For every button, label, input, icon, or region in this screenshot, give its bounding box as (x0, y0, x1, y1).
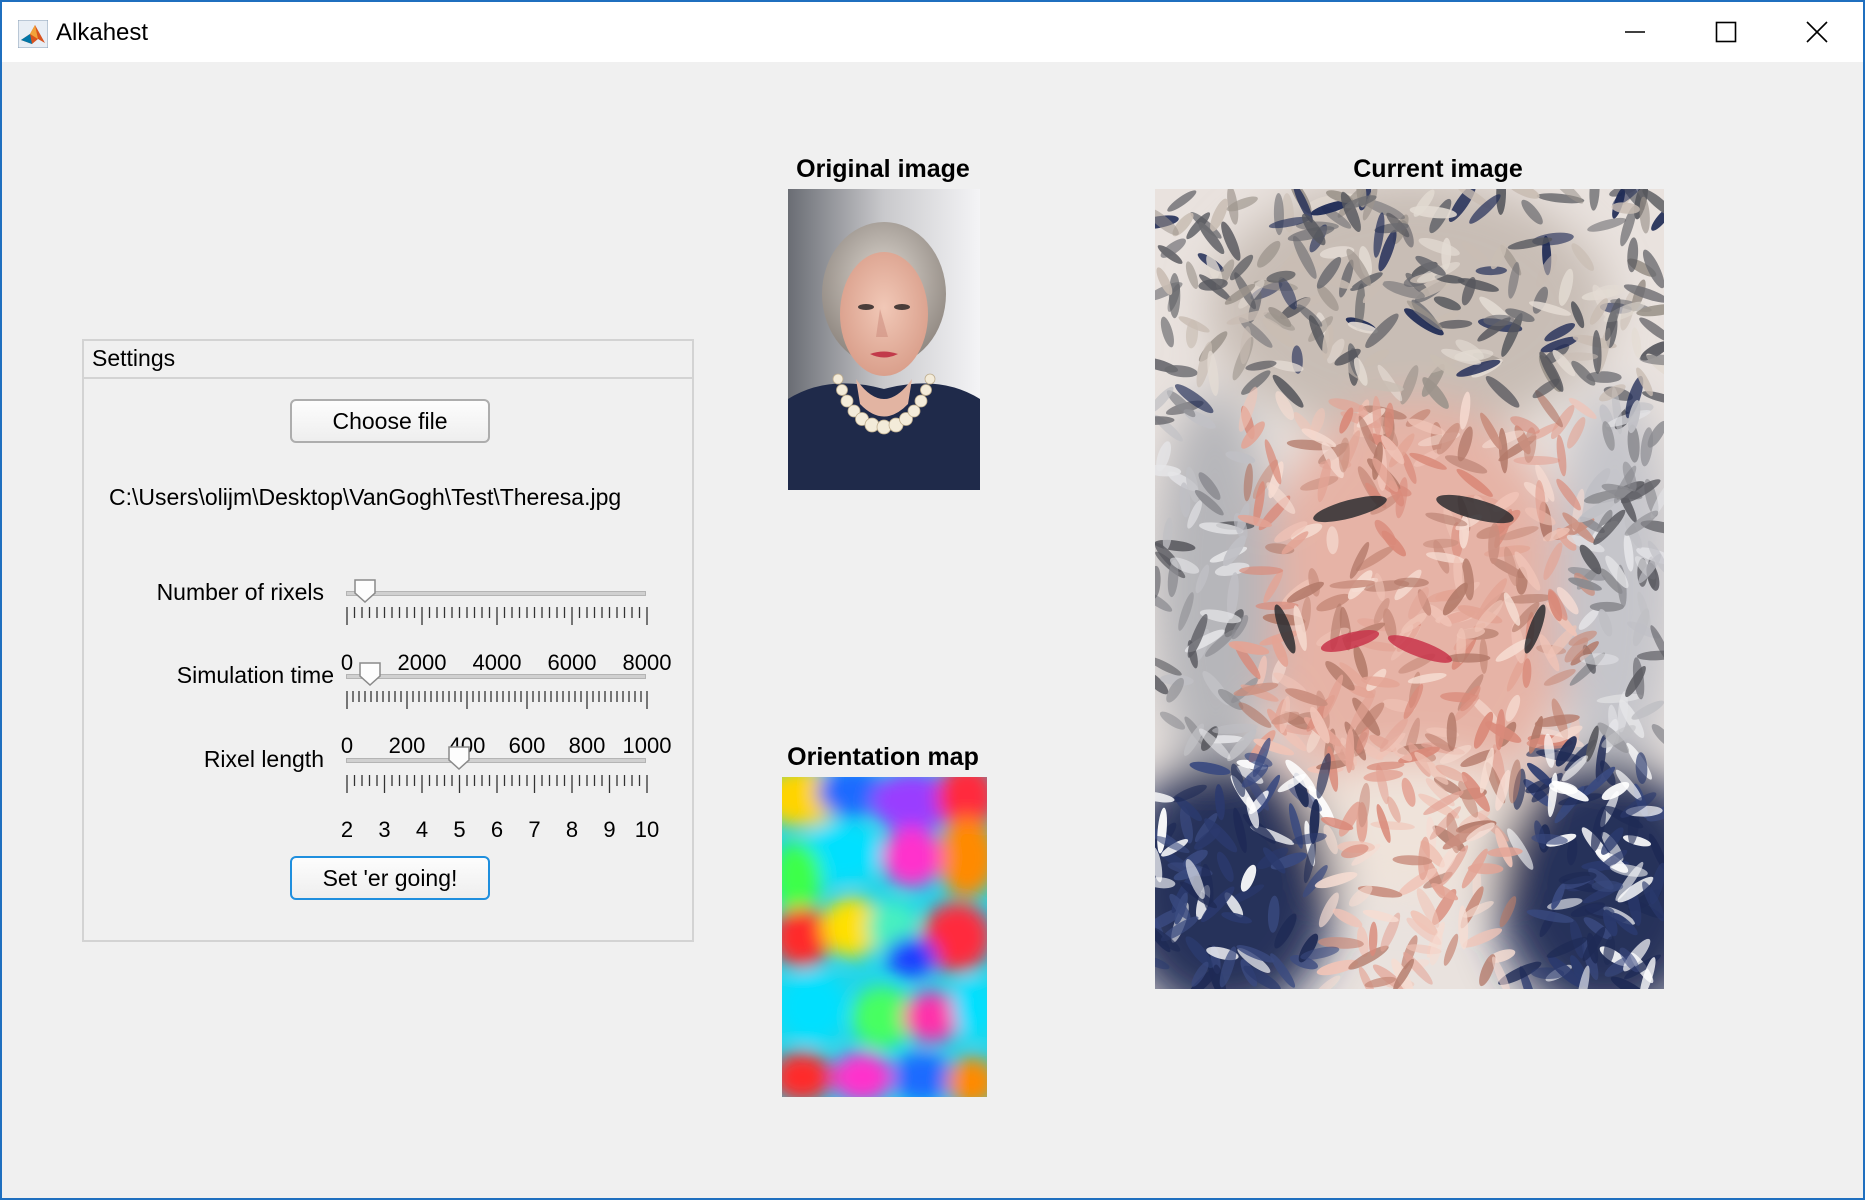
tick-label: 0 (340, 650, 354, 675)
rixel-count-ticks (346, 607, 648, 625)
choose-file-button[interactable]: Choose file (290, 399, 490, 443)
file-path-label: C:\Users\olijm\Desktop\VanGogh\Test\Ther… (109, 484, 622, 510)
simulation-time-label: Simulation time (176, 662, 334, 688)
orientation-map (782, 777, 987, 1097)
settings-header: Settings (84, 341, 692, 379)
brush-stroke (1446, 712, 1457, 751)
brush-stroke (1589, 601, 1624, 612)
minimize-icon (1625, 31, 1645, 33)
app-window: Alkahest Settings Choose file C:\Users\o… (0, 0, 1865, 1200)
tick-label: 7 (528, 817, 541, 842)
tick-label: 1000 (622, 733, 672, 758)
tick-label: 8000 (622, 650, 672, 675)
rixel-length-slider-track[interactable] (346, 758, 646, 763)
tick-label: 0 (340, 733, 354, 758)
rixel-length-label: Rixel length (203, 746, 324, 772)
start-button[interactable]: Set 'er going! (290, 856, 490, 900)
maximize-button[interactable] (1681, 2, 1771, 62)
matlab-icon (18, 20, 48, 48)
current-image (1155, 189, 1664, 989)
brush-stroke (1446, 653, 1491, 663)
tick-label: 10 (634, 817, 660, 842)
simulation-time-ticks (346, 691, 648, 709)
tick-label: 6 (490, 817, 504, 842)
tick-label: 200 (388, 733, 426, 758)
original-image-title: Original image (796, 155, 970, 183)
tick-label: 2 (340, 817, 354, 842)
tick-label: 5 (453, 817, 466, 842)
tick-label: 600 (508, 733, 546, 758)
brush-stroke (1168, 272, 1181, 319)
maximize-icon (1715, 21, 1737, 43)
tick-label: 9 (603, 817, 616, 842)
window-title: Alkahest (56, 19, 149, 46)
tick-label: 3 (378, 817, 391, 842)
close-icon (1806, 21, 1828, 43)
tick-label: 2000 (397, 650, 447, 675)
tick-label: 800 (568, 733, 606, 758)
title-bar[interactable]: Alkahest (2, 2, 1863, 62)
tick-label: 4 (415, 817, 429, 842)
simulation-time-slider-track[interactable] (346, 674, 646, 679)
brush-stroke (1239, 566, 1284, 575)
minimize-button[interactable] (1590, 2, 1680, 62)
brush-stroke (1513, 456, 1561, 465)
rixel-length-ticks (346, 775, 648, 793)
rixel-count-label: Number of rixels (156, 579, 324, 605)
rixel-count-slider-thumb[interactable] (354, 579, 376, 603)
tick-label: 4000 (472, 650, 522, 675)
tick-label: 6000 (547, 650, 597, 675)
rixel-length-slider-thumb[interactable] (447, 746, 470, 770)
close-button[interactable] (1772, 2, 1862, 62)
current-image-title: Current image (1353, 155, 1523, 183)
settings-panel: Settings Choose file C:\Users\olijm\Desk… (82, 339, 694, 942)
orientation-map-title: Orientation map (787, 743, 979, 771)
settings-title: Settings (92, 345, 176, 371)
tick-label: 8 (565, 817, 579, 842)
rixel-count-slider-track[interactable] (346, 591, 646, 596)
original-image (788, 189, 980, 490)
simulation-time-slider-thumb[interactable] (359, 662, 381, 686)
